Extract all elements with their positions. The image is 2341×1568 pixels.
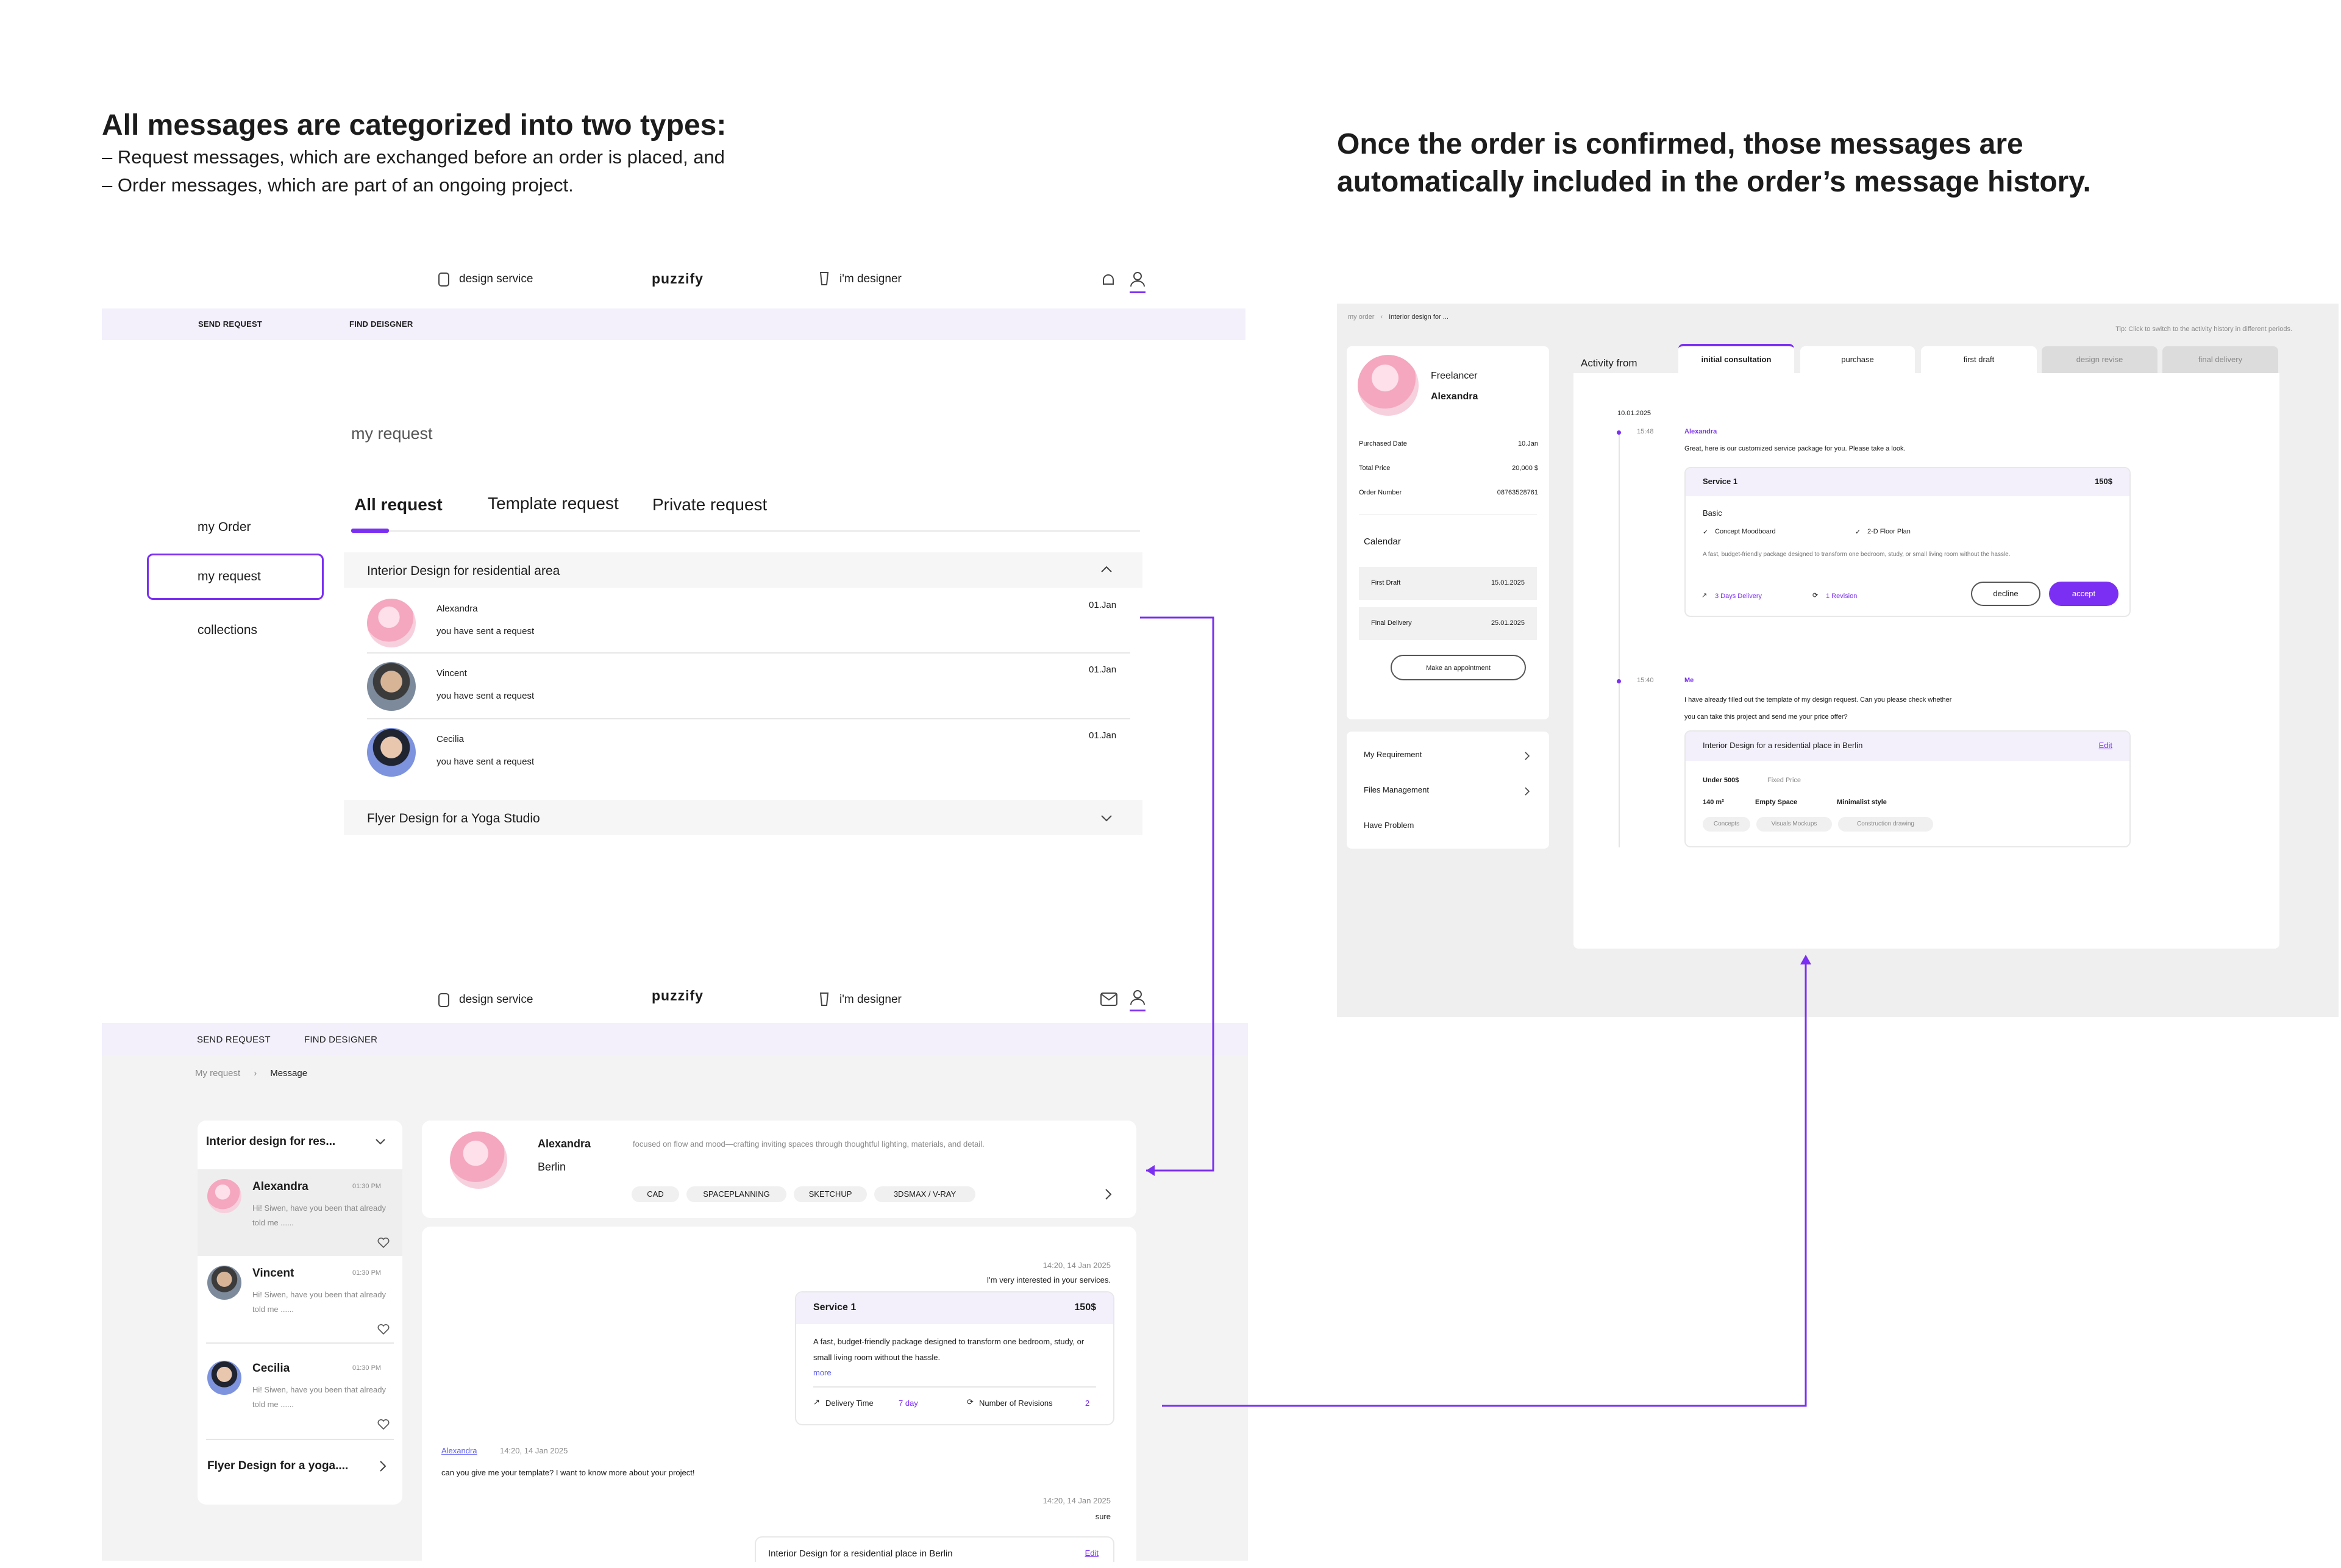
connector-message-to-order	[1162, 962, 1807, 1407]
connector-request-to-message	[1140, 616, 1214, 1172]
arrowhead-left	[1146, 1165, 1155, 1176]
flow-connectors	[1140, 616, 1811, 1407]
arrowhead-up	[1800, 955, 1811, 964]
